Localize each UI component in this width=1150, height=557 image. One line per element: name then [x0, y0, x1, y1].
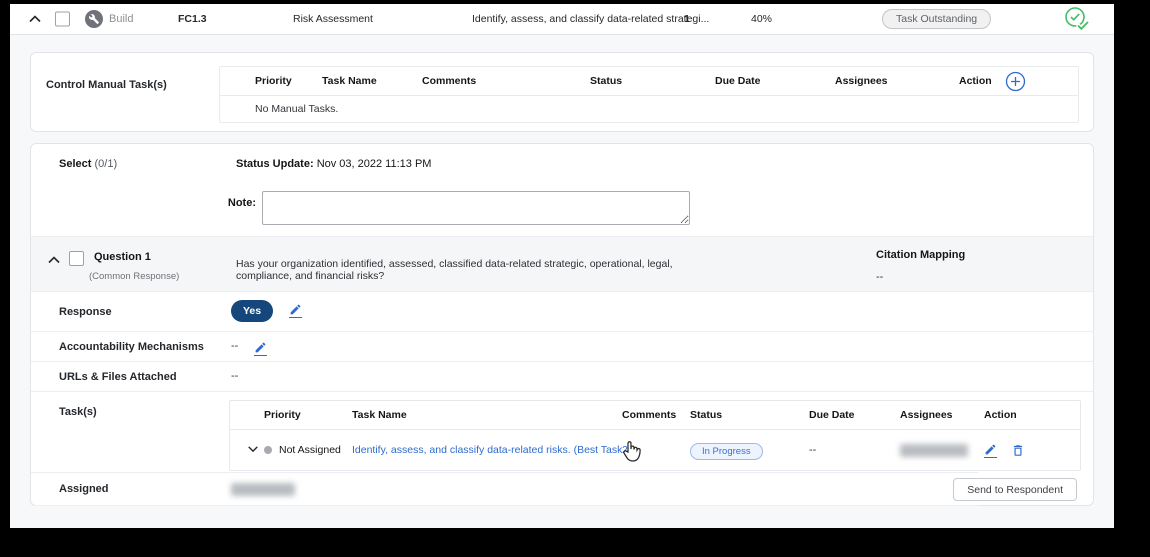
task-assignees-redacted	[900, 443, 968, 457]
pencil-icon	[290, 304, 301, 315]
build-label: Build	[109, 13, 134, 25]
urls-files-row: URLs & Files Attached --	[31, 362, 1093, 392]
status-update: Status Update: Nov 03, 2022 11:13 PM	[236, 158, 431, 170]
note-label: Note:	[227, 197, 256, 209]
status-badge: Task Outstanding	[882, 9, 992, 29]
urls-files-label: URLs & Files Attached	[59, 370, 177, 383]
col-due-date: Due Date	[809, 409, 855, 421]
select-count: (0/1)	[94, 158, 118, 170]
status-update-value: Nov 03, 2022 11:13 PM	[316, 158, 432, 170]
citation-mapping-value: --	[876, 271, 884, 283]
tasks-row: Task(s) Priority Task Name Comments Stat…	[31, 392, 1093, 471]
control-id: FC1.3	[178, 13, 207, 25]
col-comments: Comments	[422, 75, 477, 87]
assigned-row: Assigned	[31, 472, 979, 506]
plus-circle-icon	[1005, 71, 1026, 91]
manual-tasks-empty-text: No Manual Tasks.	[255, 103, 339, 115]
task-priority: Not Assigned	[264, 444, 352, 456]
add-manual-task-button[interactable]	[1005, 71, 1078, 92]
question-title: Question 1	[94, 251, 151, 263]
assigned-value-redacted	[231, 483, 295, 496]
control-checkbox[interactable]	[55, 11, 70, 27]
control-description: Identify, assess, and classify data-rela…	[472, 13, 710, 25]
response-label: Response	[59, 305, 112, 318]
col-comments: Comments	[622, 409, 677, 421]
col-status: Status	[690, 409, 723, 421]
col-assignees: Assignees	[900, 409, 953, 421]
urls-files-value: --	[231, 370, 239, 382]
collapse-chevron-icon[interactable]	[28, 14, 42, 24]
priority-dot-icon	[264, 446, 272, 454]
select-counter: Select (0/1)	[59, 158, 117, 170]
accountability-label: Accountability Mechanisms	[59, 340, 204, 353]
select-label: Select	[59, 158, 92, 170]
manual-tasks-section-label: Control Manual Task(s)	[46, 79, 167, 91]
accountability-value: --	[231, 340, 239, 352]
col-status: Status	[590, 75, 623, 87]
manual-tasks-card: Control Manual Task(s) Priority Task Nam…	[30, 52, 1094, 132]
col-action: Action	[959, 75, 992, 87]
tasks-table: Priority Task Name Comments Status Due D…	[229, 400, 1081, 471]
response-row: Response Yes	[31, 292, 1093, 332]
control-percent: 40%	[751, 13, 773, 25]
question-checkbox[interactable]	[69, 251, 84, 266]
page: Build FC1.3 Risk Assessment Identify, as…	[10, 4, 1114, 528]
response-value-pill[interactable]: Yes	[231, 300, 274, 322]
send-to-respondent-button[interactable]: Send to Respondent	[953, 478, 1077, 501]
build-badge: Build	[85, 10, 133, 28]
manual-tasks-table: Priority Task Name Comments Status Due D…	[219, 66, 1079, 123]
expand-task-chevron-icon[interactable]	[247, 444, 259, 454]
question-detail-card: Select (0/1) Status Update: Nov 03, 2022…	[30, 143, 1094, 506]
assigned-label: Assigned	[59, 483, 109, 495]
pencil-icon	[985, 444, 996, 454]
status-update-label: Status Update:	[236, 158, 314, 170]
tasks-table-header: Priority Task Name Comments Status Due D…	[230, 401, 1080, 430]
manual-tasks-table-header: Priority Task Name Comments Status Due D…	[220, 67, 1078, 96]
tasks-label: Task(s)	[59, 406, 97, 418]
col-task-name: Task Name	[352, 409, 407, 421]
edit-response-button[interactable]	[289, 303, 302, 318]
col-priority: Priority	[255, 75, 292, 87]
edit-accountability-button[interactable]	[254, 341, 267, 356]
question-subtitle: (Common Response)	[89, 271, 180, 282]
accountability-row: Accountability Mechanisms --	[31, 332, 1093, 362]
question-text: Has your organization identified, assess…	[236, 258, 673, 282]
pencil-icon	[255, 342, 266, 353]
col-priority: Priority	[264, 409, 301, 421]
task-status-pill: In Progress	[690, 442, 763, 460]
note-textarea[interactable]	[262, 191, 690, 225]
edit-task-button[interactable]	[984, 443, 997, 458]
task-due-date: --	[809, 444, 817, 456]
trash-icon[interactable]	[1011, 443, 1025, 458]
completed-double-check-icon[interactable]	[1063, 6, 1091, 33]
control-header-row: Build FC1.3 Risk Assessment Identify, as…	[10, 4, 1114, 35]
question-collapse-chevron-icon[interactable]	[47, 255, 61, 265]
col-task-name: Task Name	[322, 75, 377, 87]
wrench-icon	[85, 10, 103, 28]
control-count: 1	[684, 13, 690, 25]
control-category: Risk Assessment	[293, 13, 373, 25]
col-due-date: Due Date	[715, 75, 761, 87]
task-table-row: Not Assigned Identify, assess, and class…	[230, 430, 1080, 470]
col-assignees: Assignees	[835, 75, 888, 87]
citation-mapping-label: Citation Mapping	[876, 249, 966, 261]
task-name-link[interactable]: Identify, assess, and classify data-rela…	[352, 444, 622, 456]
question-band: Question 1 (Common Response) Has your or…	[31, 236, 1093, 292]
task-comments-link[interactable]: 2	[622, 444, 690, 456]
col-action: Action	[984, 409, 1017, 421]
